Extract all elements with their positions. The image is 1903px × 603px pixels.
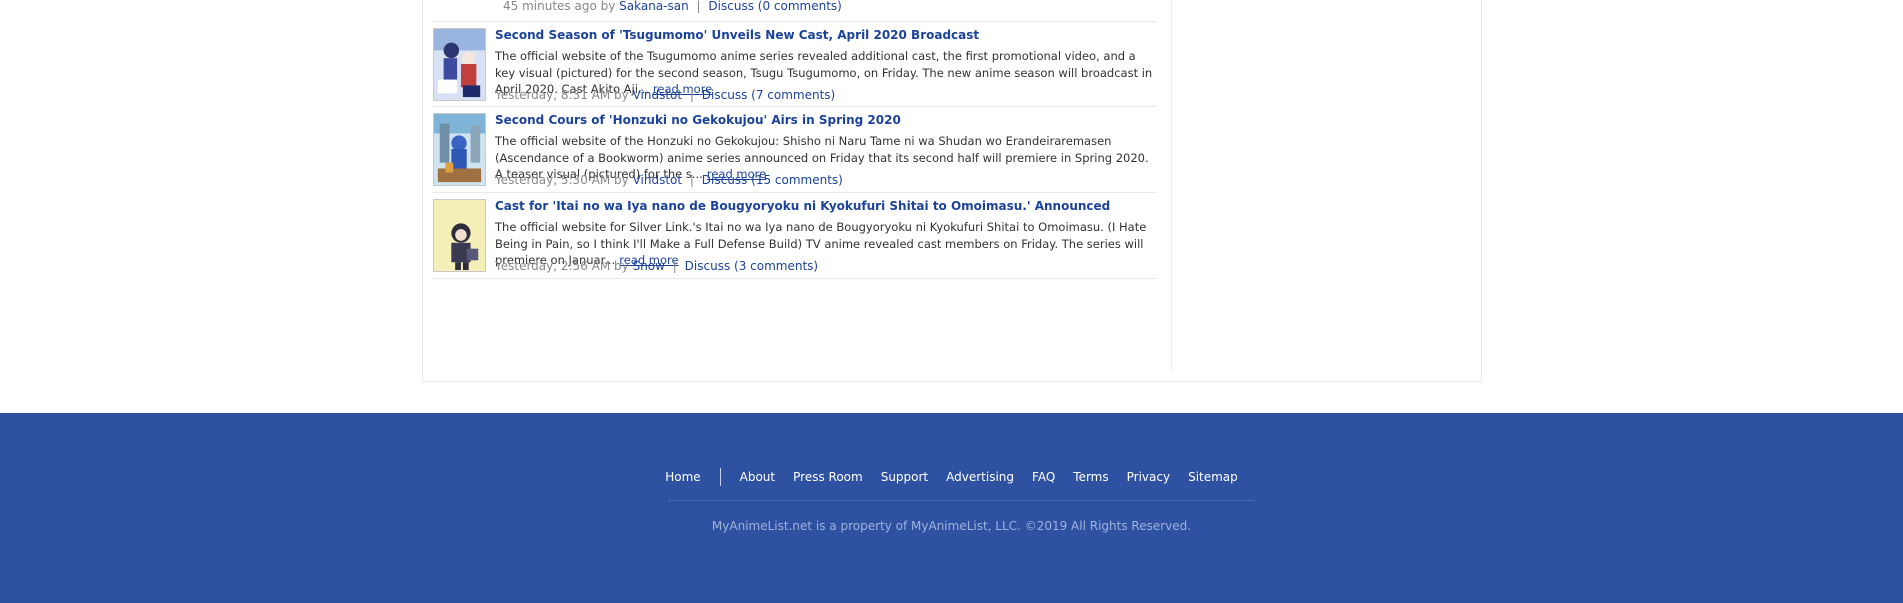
news-discuss-link[interactable]: Discuss (7 comments) [702, 88, 835, 102]
footer-link-home[interactable]: Home [665, 470, 700, 484]
news-column: 45 minutes ago by Sakana-san | Discuss (… [432, 0, 1172, 370]
footer-divider [719, 468, 721, 486]
news-title-link[interactable]: Second Season of 'Tsugumomo' Unveils New… [495, 28, 979, 42]
footer-link-about[interactable]: About [740, 470, 775, 484]
meta-separator: | [672, 259, 677, 273]
news-discuss-link[interactable]: Discuss (0 comments) [708, 0, 841, 13]
news-thumbnail[interactable] [433, 113, 486, 186]
news-title-link[interactable]: Cast for 'Itai no wa Iya nano de Bougyor… [495, 199, 1110, 213]
main-content-box: 45 minutes ago by Sakana-san | Discuss (… [422, 0, 1482, 382]
meta-separator: | [689, 173, 694, 187]
news-discuss-link[interactable]: Discuss (15 comments) [702, 173, 843, 187]
news-title-link[interactable]: Second Cours of 'Honzuki no Gekokujou' A… [495, 113, 901, 127]
news-meta: 45 minutes ago by Sakana-san | Discuss (… [503, 0, 842, 13]
news-item: Second Season of 'Tsugumomo' Unveils New… [432, 21, 1157, 107]
news-item: Cast for 'Itai no wa Iya nano de Bougyor… [432, 193, 1157, 279]
footer-divider-line [668, 500, 1254, 501]
news-author-link[interactable]: Sakana-san [619, 0, 689, 13]
footer-link-sitemap[interactable]: Sitemap [1188, 470, 1238, 484]
news-thumbnail[interactable] [433, 28, 486, 101]
news-time: Yesterday, 2:56 AM by [495, 259, 629, 273]
news-meta: Yesterday, 2:56 AM by Snow | Discuss (3 … [495, 259, 818, 273]
footer-copyright: MyAnimeList.net is a property of MyAnime… [711, 519, 1192, 533]
news-thumbnail[interactable] [433, 199, 486, 272]
meta-separator: | [689, 88, 694, 102]
footer-link-privacy[interactable]: Privacy [1127, 470, 1170, 484]
footer-link-faq[interactable]: FAQ [1032, 470, 1055, 484]
news-author-link[interactable]: Snow [633, 259, 665, 273]
news-author-link[interactable]: Vindstot [633, 88, 683, 102]
site-footer: Home About Press Room Support Advertising FAQ… [0, 413, 1903, 603]
footer-link-terms[interactable]: Terms [1073, 470, 1108, 484]
meta-separator: | [696, 0, 701, 13]
news-time: Yesterday, 5:30 AM by [495, 173, 629, 187]
footer-link-press-room[interactable]: Press Room [793, 470, 863, 484]
news-discuss-link[interactable]: Discuss (3 comments) [685, 259, 818, 273]
news-meta: Yesterday, 8:31 AM by Vindstot | Discuss… [495, 88, 835, 102]
footer-link-advertising[interactable]: Advertising [946, 470, 1014, 484]
news-meta: Yesterday, 5:30 AM by Vindstot | Discuss… [495, 173, 843, 187]
footer-nav: Home About Press Room Support Advertising FAQ… [0, 468, 1903, 488]
news-author-link[interactable]: Vindstot [633, 173, 683, 187]
news-item: Second Cours of 'Honzuki no Gekokujou' A… [432, 107, 1157, 193]
footer-link-support[interactable]: Support [881, 470, 928, 484]
news-time: Yesterday, 8:31 AM by [495, 88, 629, 102]
news-time: 45 minutes ago by [503, 0, 616, 13]
